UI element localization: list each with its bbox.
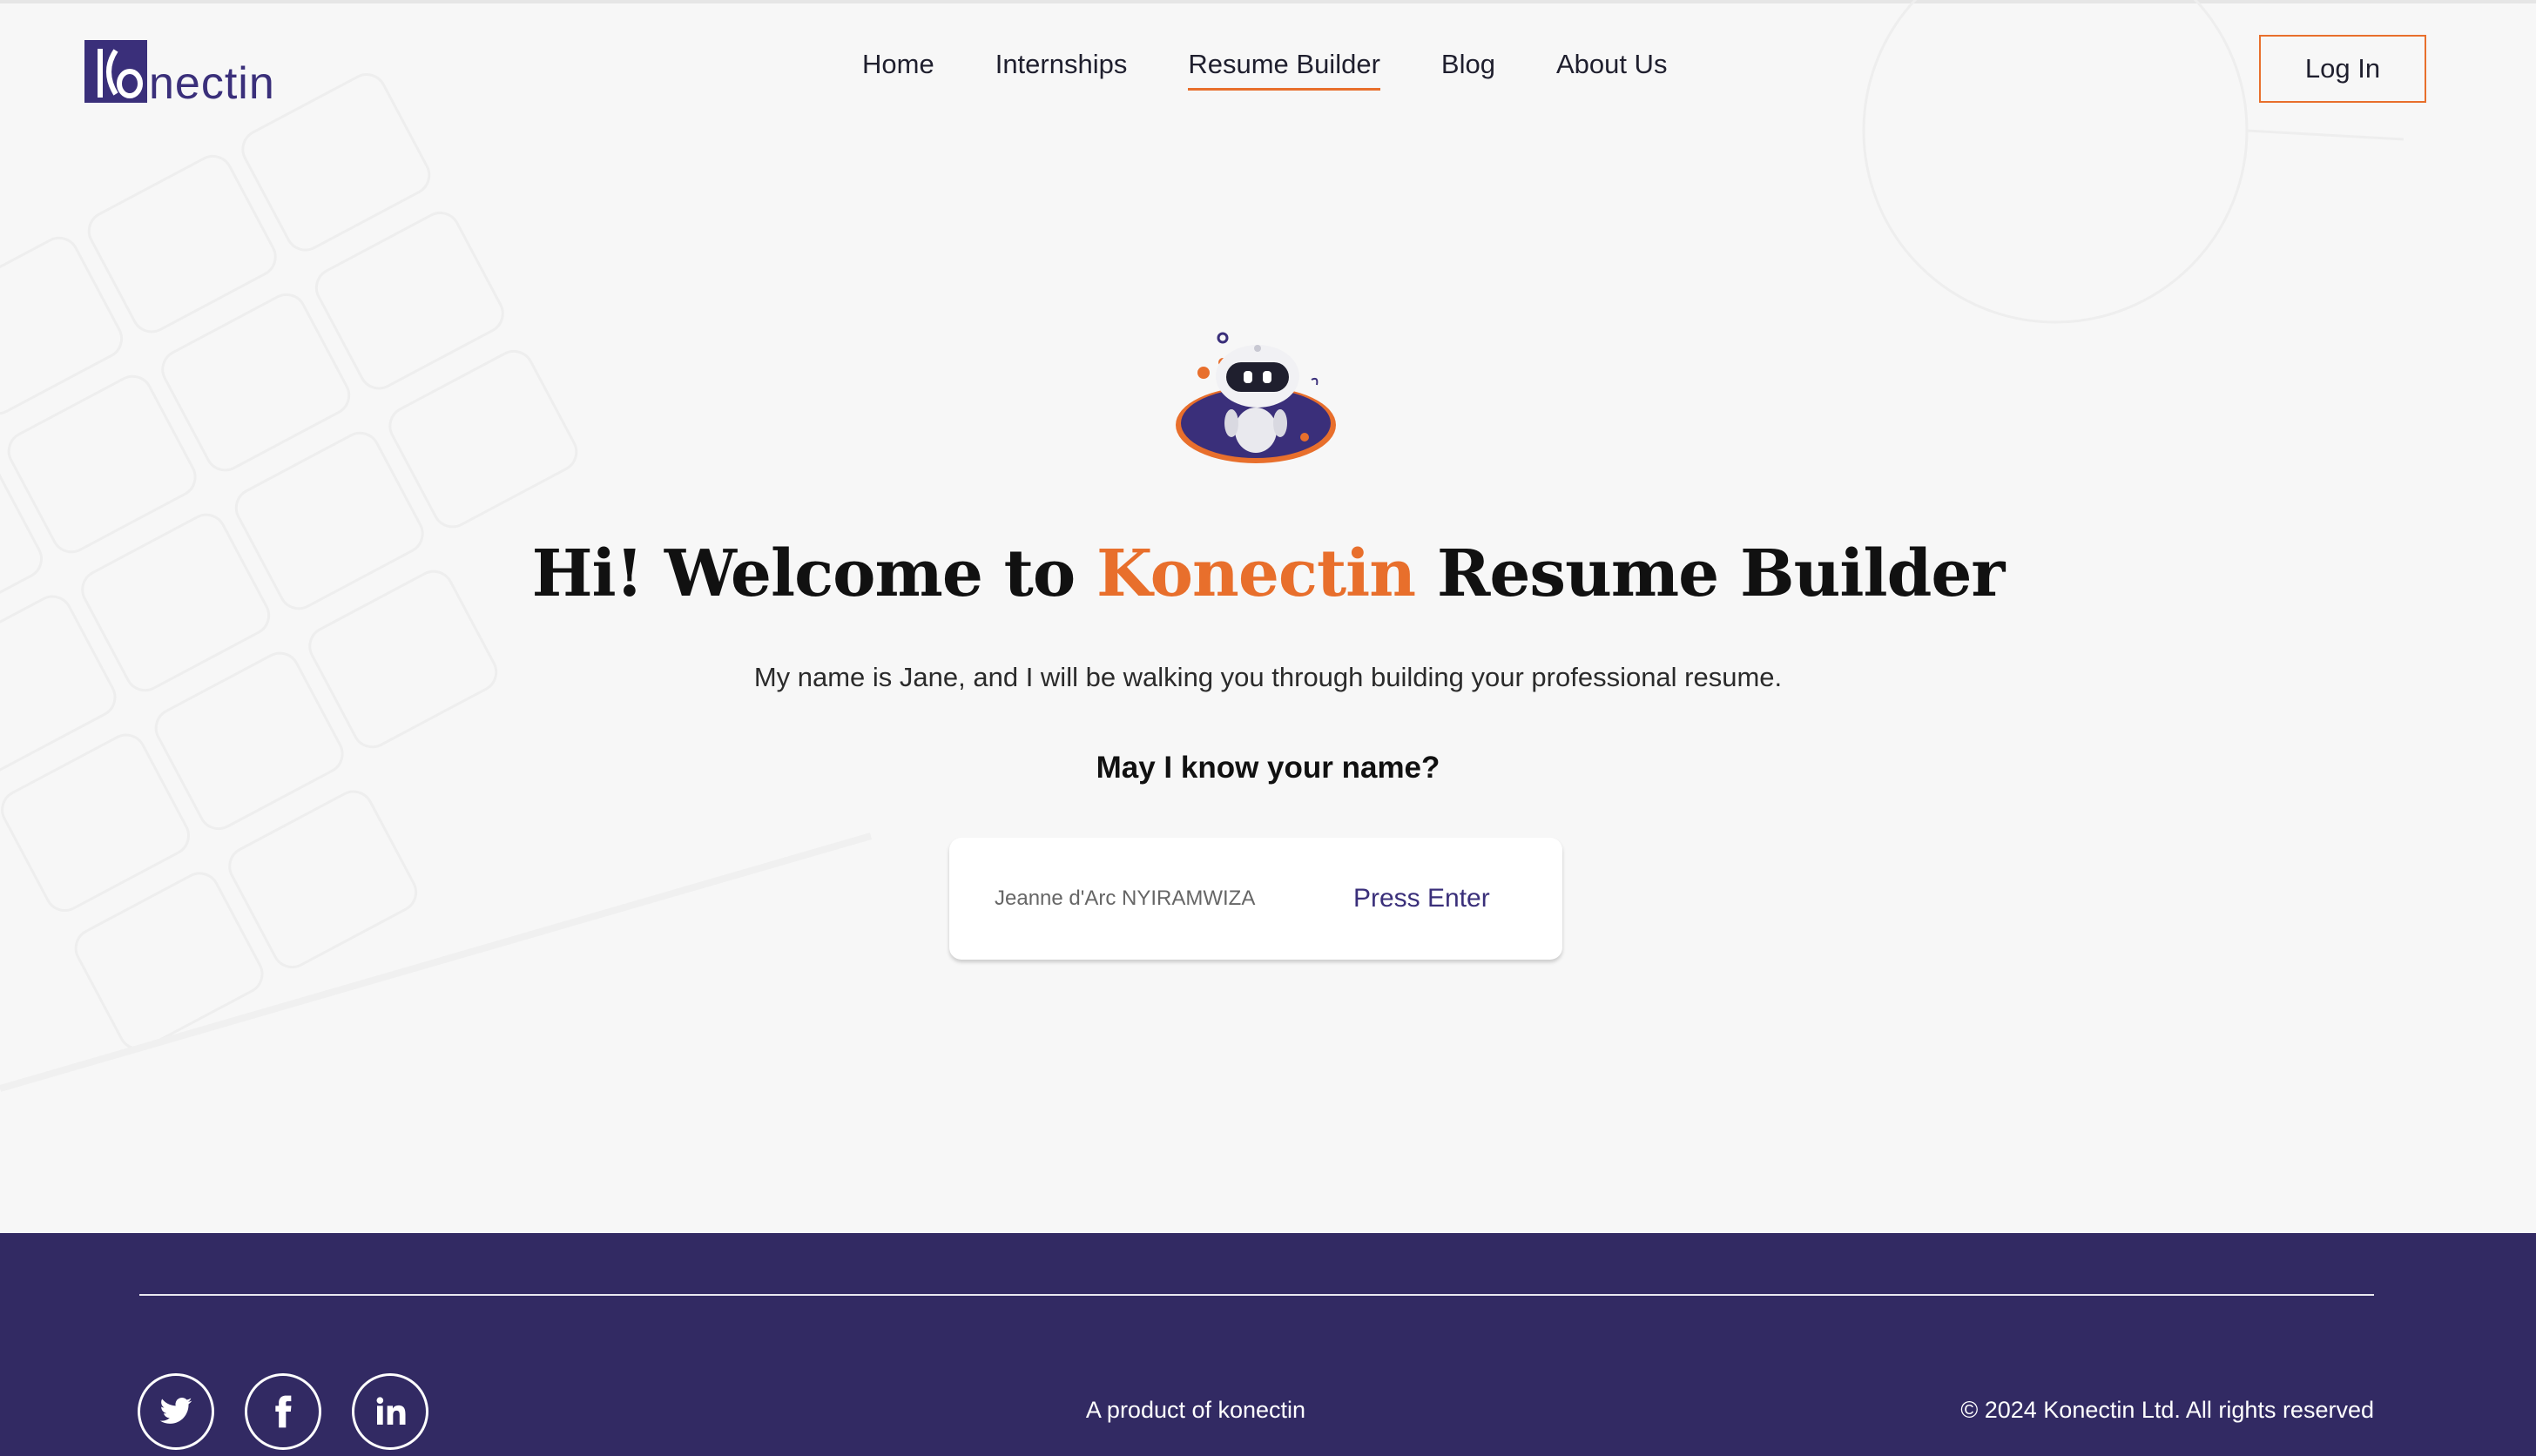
name-question: May I know your name? [1096, 751, 1440, 785]
logo-mark [84, 40, 147, 103]
nav-home[interactable]: Home [862, 49, 934, 91]
title-brand: Konectin [1096, 536, 1416, 611]
main-nav: Home Internships Resume Builder Blog Abo… [862, 49, 1728, 91]
copyright-text: © 2024 Konectin Ltd. All rights reserved [1960, 1397, 2374, 1423]
footer-divider [139, 1294, 2374, 1296]
login-button[interactable]: Log In [2259, 35, 2426, 103]
nav-blog[interactable]: Blog [1441, 49, 1495, 91]
title-prefix: Hi! Welcome to [531, 536, 1096, 611]
logo-ko-icon [98, 49, 143, 98]
nav-about-us[interactable]: About Us [1556, 49, 1668, 91]
nav-internships[interactable]: Internships [995, 49, 1128, 91]
name-input[interactable] [995, 886, 1291, 911]
name-form: Press Enter [949, 838, 1562, 960]
title-suffix: Resume Builder [1415, 536, 2006, 611]
site-footer: A product of konectin © 2024 Konectin Lt… [0, 1233, 2536, 1456]
logo-wordmark: nectin [149, 58, 275, 109]
intro-text: My name is Jane, and I will be walking y… [753, 662, 1783, 692]
robot-mascot-icon [1176, 332, 1336, 463]
page-title: Hi! Welcome to Konectin Resume Builder [0, 536, 2536, 611]
background-keyboard-pattern [0, 0, 2404, 1092]
konectin-logo[interactable]: nectin [84, 37, 275, 109]
press-enter-button[interactable]: Press Enter [1353, 884, 1490, 913]
nav-resume-builder[interactable]: Resume Builder [1188, 49, 1380, 91]
